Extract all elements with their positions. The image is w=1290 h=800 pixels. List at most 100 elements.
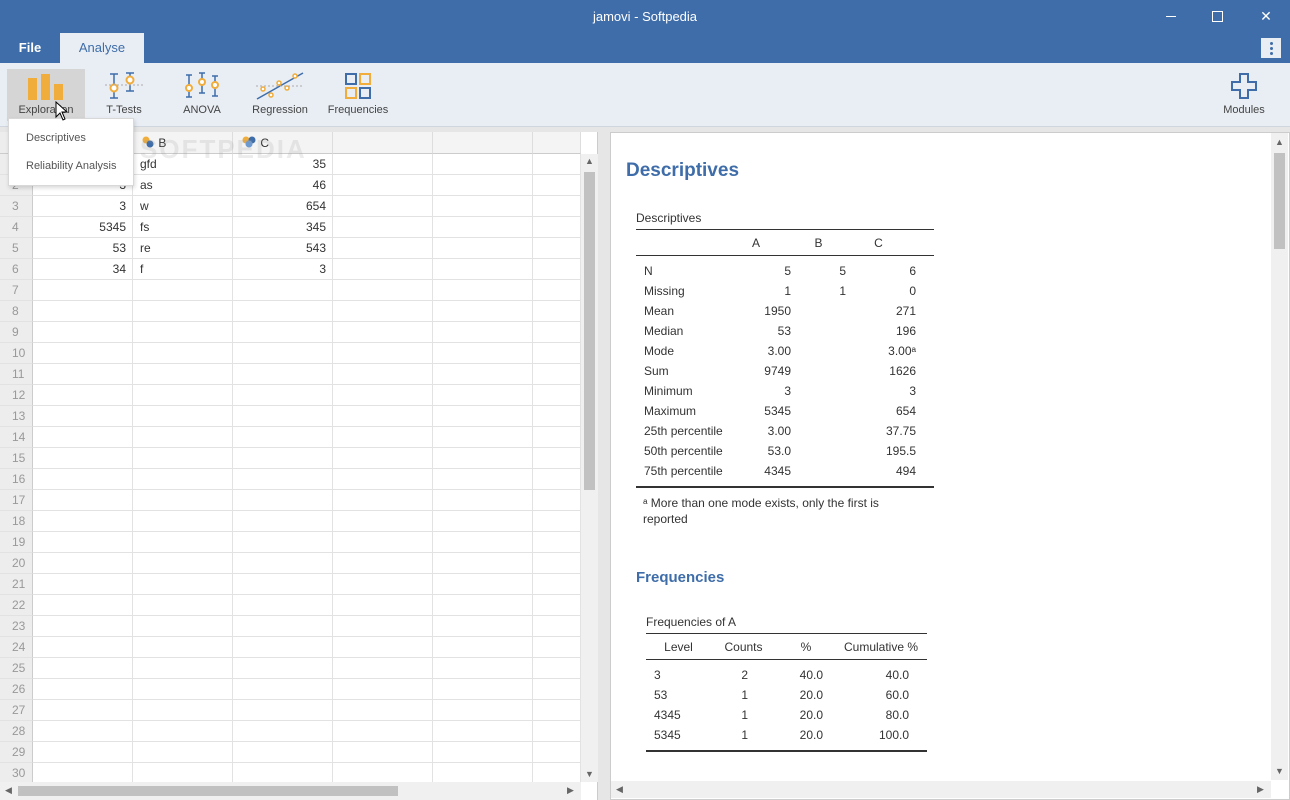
table-cell[interactable] [33, 658, 133, 679]
close-button[interactable]: ✕ [1243, 0, 1289, 33]
table-cell[interactable] [333, 469, 433, 490]
table-cell[interactable]: 3 [33, 196, 133, 217]
table-cell[interactable] [533, 364, 581, 385]
scroll-down-icon[interactable]: ▼ [585, 769, 594, 779]
row-number[interactable]: 19 [0, 532, 33, 553]
table-cell[interactable]: re [133, 238, 233, 259]
table-cell[interactable] [333, 595, 433, 616]
table-cell[interactable] [33, 679, 133, 700]
table-cell[interactable] [133, 574, 233, 595]
table-cell[interactable] [333, 742, 433, 763]
row-number[interactable]: 10 [0, 343, 33, 364]
results-vertical-scrollbar[interactable]: ▲ ▼ [1271, 133, 1288, 780]
table-cell[interactable] [133, 595, 233, 616]
table-cell[interactable] [333, 196, 433, 217]
table-cell[interactable] [33, 448, 133, 469]
table-cell[interactable] [533, 721, 581, 742]
table-cell[interactable] [33, 469, 133, 490]
table-cell[interactable] [333, 154, 433, 175]
maximize-button[interactable] [1194, 0, 1240, 33]
table-cell[interactable]: 53 [33, 238, 133, 259]
table-cell[interactable] [433, 259, 533, 280]
table-cell[interactable] [133, 427, 233, 448]
table-cell[interactable]: 345 [233, 217, 333, 238]
table-cell[interactable] [333, 175, 433, 196]
table-cell[interactable] [333, 217, 433, 238]
table-cell[interactable]: as [133, 175, 233, 196]
table-cell[interactable] [233, 511, 333, 532]
table-cell[interactable] [433, 574, 533, 595]
frequencies-heading[interactable]: Frequencies [636, 569, 724, 586]
table-cell[interactable] [433, 742, 533, 763]
table-cell[interactable] [533, 511, 581, 532]
table-cell[interactable] [133, 364, 233, 385]
table-cell[interactable] [433, 301, 533, 322]
table-cell[interactable] [333, 532, 433, 553]
table-cell[interactable] [333, 406, 433, 427]
table-cell[interactable] [533, 595, 581, 616]
table-cell[interactable] [233, 553, 333, 574]
scroll-thumb[interactable] [584, 172, 595, 490]
table-cell[interactable] [233, 532, 333, 553]
table-cell[interactable] [133, 763, 233, 784]
table-cell[interactable] [33, 616, 133, 637]
table-cell[interactable] [433, 406, 533, 427]
scroll-up-icon[interactable]: ▲ [585, 156, 594, 166]
table-cell[interactable]: 35 [233, 154, 333, 175]
table-cell[interactable] [433, 364, 533, 385]
table-cell[interactable] [133, 616, 233, 637]
table-cell[interactable] [333, 700, 433, 721]
table-cell[interactable] [233, 448, 333, 469]
table-cell[interactable] [233, 742, 333, 763]
row-number[interactable]: 25 [0, 658, 33, 679]
table-cell[interactable] [33, 553, 133, 574]
table-cell[interactable] [33, 280, 133, 301]
table-cell[interactable] [33, 343, 133, 364]
scroll-thumb[interactable] [1274, 153, 1285, 249]
table-cell[interactable] [133, 511, 233, 532]
row-number[interactable]: 29 [0, 742, 33, 763]
table-cell[interactable] [533, 532, 581, 553]
column-header-b[interactable]: B [133, 132, 233, 154]
column-header-empty[interactable] [433, 132, 533, 154]
table-cell[interactable] [533, 196, 581, 217]
table-cell[interactable] [233, 763, 333, 784]
table-cell[interactable] [233, 364, 333, 385]
table-cell[interactable] [433, 343, 533, 364]
row-number[interactable]: 21 [0, 574, 33, 595]
t-tests-button[interactable]: T-Tests [85, 69, 163, 121]
table-cell[interactable] [533, 175, 581, 196]
table-cell[interactable] [333, 574, 433, 595]
table-cell[interactable] [533, 658, 581, 679]
table-cell[interactable] [33, 427, 133, 448]
results-heading[interactable]: Descriptives [626, 160, 739, 182]
row-number[interactable]: 18 [0, 511, 33, 532]
table-cell[interactable] [333, 238, 433, 259]
table-cell[interactable] [533, 553, 581, 574]
tab-analyse[interactable]: Analyse [60, 33, 144, 63]
table-cell[interactable] [533, 637, 581, 658]
table-cell[interactable] [33, 637, 133, 658]
table-cell[interactable] [433, 175, 533, 196]
table-cell[interactable] [533, 322, 581, 343]
table-cell[interactable] [433, 763, 533, 784]
table-cell[interactable] [533, 490, 581, 511]
sheet-vertical-scrollbar[interactable]: ▲ ▼ [581, 154, 598, 782]
row-number[interactable]: 27 [0, 700, 33, 721]
table-cell[interactable]: 543 [233, 238, 333, 259]
table-cell[interactable] [133, 721, 233, 742]
scroll-right-icon[interactable]: ▶ [567, 785, 574, 796]
table-cell[interactable] [233, 385, 333, 406]
table-cell[interactable] [533, 574, 581, 595]
table-cell[interactable]: w [133, 196, 233, 217]
table-cell[interactable] [33, 574, 133, 595]
scroll-left-icon[interactable]: ◀ [616, 784, 623, 795]
table-cell[interactable] [533, 406, 581, 427]
column-header-empty[interactable] [533, 132, 581, 154]
row-number[interactable]: 24 [0, 637, 33, 658]
table-cell[interactable] [433, 322, 533, 343]
regression-button[interactable]: Regression [241, 69, 319, 121]
table-cell[interactable] [333, 658, 433, 679]
table-cell[interactable] [133, 658, 233, 679]
table-cell[interactable] [433, 280, 533, 301]
